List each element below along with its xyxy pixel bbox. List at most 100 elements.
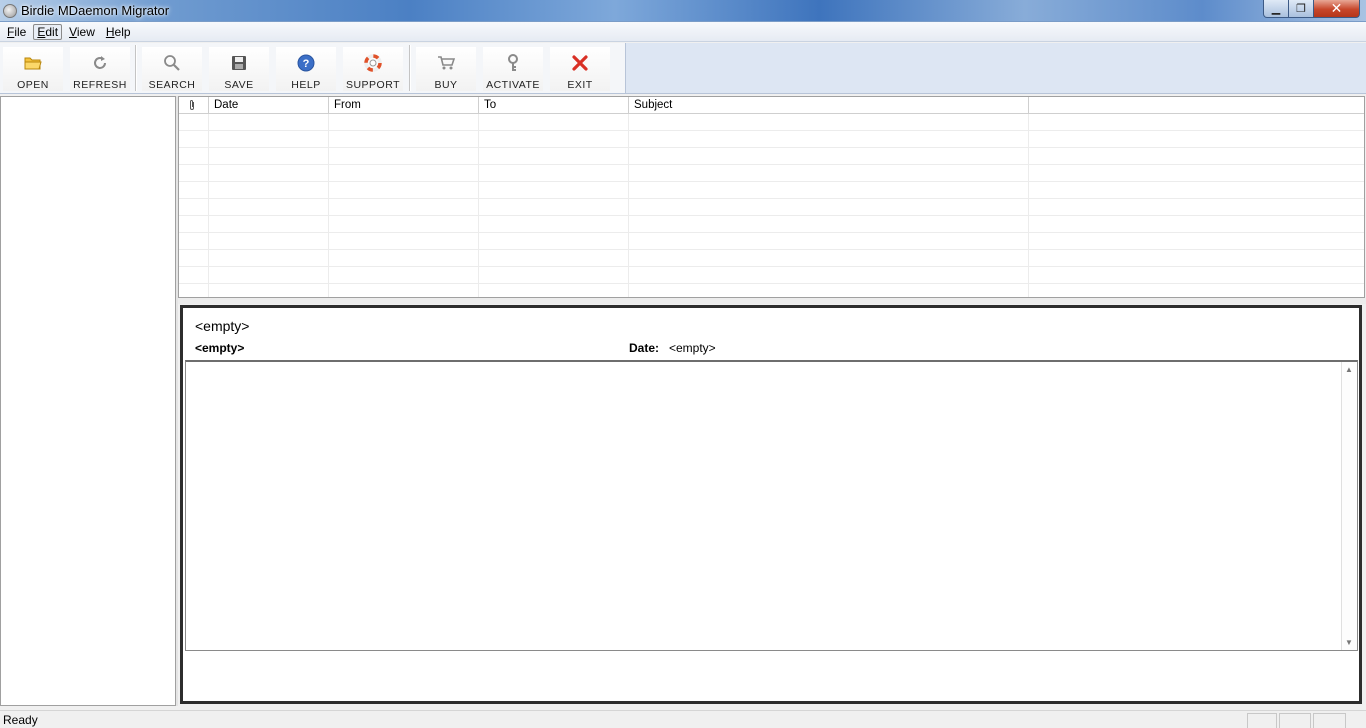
table-cell [329,199,479,216]
table-cell [629,182,1029,199]
table-cell [479,199,629,216]
exit-icon [570,53,590,72]
toolbar-separator [135,45,137,91]
message-list[interactable]: Date From To Subject [178,96,1365,298]
table-cell [329,131,479,148]
list-rows [179,114,1364,297]
col-header-from[interactable]: From [329,97,479,114]
table-cell [479,216,629,233]
refresh-button[interactable]: REFRESH [70,47,130,91]
table-cell [209,131,329,148]
refresh-icon [90,53,110,72]
table-cell [179,131,209,148]
preview-body[interactable]: ▲ ▼ [185,360,1358,651]
col-header-to[interactable]: To [479,97,629,114]
exit-label: EXIT [567,79,593,91]
scroll-down-arrow-icon[interactable]: ▼ [1345,638,1353,647]
col-header-date[interactable]: Date [209,97,329,114]
maximize-button[interactable]: ❐ [1289,0,1314,18]
status-panel [1279,713,1311,728]
table-cell [179,165,209,182]
table-cell [629,114,1029,131]
menu-help[interactable]: Help [102,24,135,40]
table-cell [629,267,1029,284]
table-cell [629,165,1029,182]
table-row[interactable] [179,114,1364,131]
message-preview: <empty> <empty> Date: <empty> ▲ ▼ [180,305,1362,704]
key-icon [503,53,523,72]
table-cell [209,250,329,267]
table-cell [209,182,329,199]
save-button[interactable]: SAVE [209,47,269,91]
table-cell [209,199,329,216]
horizontal-splitter[interactable] [178,298,1366,304]
table-cell [209,114,329,131]
toolbar: OPEN REFRESH SEARCH SAVE ? HELP SUPPORT … [0,43,1366,94]
table-cell [479,114,629,131]
search-icon [162,53,182,72]
menu-file[interactable]: File [3,24,30,40]
table-cell [179,216,209,233]
folder-icon [23,53,43,72]
menu-edit[interactable]: Edit [33,23,63,40]
table-row[interactable] [179,250,1364,267]
table-row[interactable] [179,148,1364,165]
menu-view[interactable]: View [65,24,99,40]
table-row[interactable] [179,216,1364,233]
folder-tree-pane[interactable] [0,96,176,706]
cart-icon [436,53,456,72]
table-cell [1029,267,1364,284]
status-bar: Ready [0,710,1366,728]
table-cell [329,233,479,250]
col-header-attachment[interactable] [179,97,209,114]
table-row[interactable] [179,182,1364,199]
status-text: Ready [3,713,38,727]
exit-button[interactable]: EXIT [550,47,610,91]
table-cell [209,148,329,165]
close-button[interactable]: ✕ [1314,0,1360,18]
table-cell [329,165,479,182]
table-cell [329,182,479,199]
table-cell [179,199,209,216]
table-row[interactable] [179,284,1364,297]
menu-file-label: ile [14,24,27,39]
table-cell [179,114,209,131]
toolbar-separator [409,45,411,91]
table-row[interactable] [179,199,1364,216]
table-cell [1029,284,1364,297]
search-button[interactable]: SEARCH [142,47,202,91]
window-controls: ▁ ❐ ✕ [1263,0,1360,18]
table-row[interactable] [179,165,1364,182]
app-icon[interactable] [3,4,17,18]
activate-button[interactable]: ACTIVATE [483,47,543,91]
table-row[interactable] [179,131,1364,148]
activate-label: ACTIVATE [486,79,540,91]
table-cell [209,284,329,297]
table-row[interactable] [179,267,1364,284]
minimize-button[interactable]: ▁ [1263,0,1289,18]
table-cell [629,216,1029,233]
table-cell [1029,148,1364,165]
paperclip-icon [188,100,196,114]
menu-view-label: iew [76,24,95,39]
table-cell [1029,182,1364,199]
table-cell [209,216,329,233]
table-row[interactable] [179,233,1364,250]
help-button[interactable]: ? HELP [276,47,336,91]
table-cell [629,250,1029,267]
col-header-subject[interactable]: Subject [629,97,1029,114]
refresh-label: REFRESH [73,79,127,91]
preview-scrollbar[interactable]: ▲ ▼ [1341,362,1357,650]
table-cell [329,114,479,131]
table-cell [329,250,479,267]
table-cell [329,267,479,284]
buy-button[interactable]: BUY [416,47,476,91]
preview-attachments-area [185,651,1358,701]
open-button[interactable]: OPEN [3,47,63,91]
scroll-up-arrow-icon[interactable]: ▲ [1345,365,1353,374]
menu-view-accel: V [69,24,77,39]
window-title: Birdie MDaemon Migrator [21,3,170,18]
support-button[interactable]: SUPPORT [343,47,403,91]
table-cell [479,233,629,250]
table-cell [329,148,479,165]
